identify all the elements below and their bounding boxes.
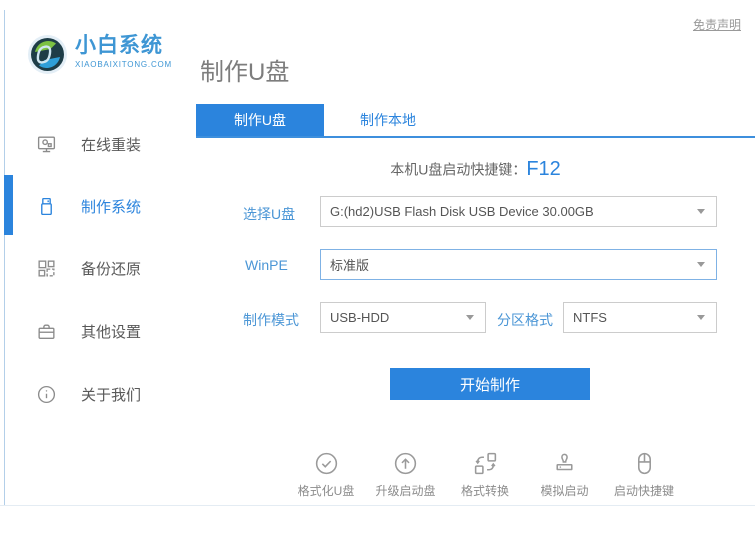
- simulate-boot-icon: [551, 450, 578, 477]
- sidebar-item-backup-restore[interactable]: 备份还原: [36, 257, 141, 279]
- tool-simulate-boot[interactable]: 模拟启动: [526, 450, 604, 499]
- format-usb-icon: [313, 450, 340, 477]
- tab-underline: [196, 136, 755, 138]
- tab-make-local[interactable]: 制作本地: [324, 104, 452, 136]
- tool-format-usb[interactable]: 格式化U盘: [287, 450, 365, 499]
- usb-select[interactable]: G:(hd2)USB Flash Disk USB Device 30.00GB: [320, 196, 717, 227]
- upgrade-boot-icon: [392, 450, 419, 477]
- active-item-indicator: [4, 175, 13, 235]
- chevron-down-icon: [697, 315, 705, 320]
- tool-label: 格式化U盘: [298, 482, 355, 499]
- tool-label: 模拟启动: [540, 482, 588, 499]
- info-icon: [36, 384, 57, 405]
- disclaimer-link[interactable]: 免责声明: [693, 16, 741, 33]
- sidebar-item-label: 其他设置: [81, 321, 141, 342]
- format-convert-icon: [472, 450, 499, 477]
- chevron-down-icon: [697, 262, 705, 267]
- partition-select-label: 分区格式: [497, 310, 553, 330]
- partition-select-value: NTFS: [564, 310, 697, 325]
- winpe-select[interactable]: 标准版: [320, 249, 717, 280]
- bottom-border-line: [0, 505, 755, 506]
- hotkey-line: 本机U盘启动快捷键：F12: [196, 158, 755, 181]
- boot-hotkey-icon: [631, 450, 658, 477]
- tool-format-convert[interactable]: 格式转换: [446, 450, 524, 499]
- chevron-down-icon: [697, 209, 705, 214]
- tool-upgrade-boot-disk[interactable]: 升级启动盘: [367, 450, 445, 499]
- partition-select[interactable]: NTFS: [563, 302, 717, 333]
- start-button[interactable]: 开始制作: [390, 368, 590, 400]
- winpe-select-label: WinPE: [245, 257, 288, 273]
- toolbox-icon: [36, 321, 57, 342]
- page-title: 制作U盘: [200, 52, 289, 87]
- tool-label: 启动快捷键: [614, 482, 674, 499]
- mode-select[interactable]: USB-HDD: [320, 302, 486, 333]
- monitor-icon: [36, 134, 57, 155]
- tools-bar: 格式化U盘 升级启动盘 格式转换: [287, 450, 683, 499]
- logo-title: 小白系统: [75, 34, 172, 58]
- chevron-down-icon: [466, 315, 474, 320]
- winpe-select-value: 标准版: [321, 255, 697, 274]
- mode-select-label: 制作模式: [243, 310, 299, 330]
- hotkey-value: F12: [526, 158, 560, 180]
- tool-boot-hotkey[interactable]: 启动快捷键: [605, 450, 683, 499]
- usb-select-value: G:(hd2)USB Flash Disk USB Device 30.00GB: [321, 204, 697, 219]
- sidebar-item-label: 备份还原: [81, 258, 141, 279]
- sidebar-item-label: 在线重装: [81, 134, 141, 155]
- app-logo: 小白系统 XIAOBAIXITONG.COM: [27, 34, 172, 75]
- usb-select-label: 选择U盘: [243, 204, 295, 224]
- mode-select-value: USB-HDD: [321, 310, 466, 325]
- sidebar-item-make-system[interactable]: 制作系统: [36, 195, 141, 217]
- backup-grid-icon: [36, 258, 57, 279]
- logo-icon: [27, 34, 68, 75]
- sidebar-item-label: 关于我们: [81, 384, 141, 405]
- sidebar-item-other-settings[interactable]: 其他设置: [36, 320, 141, 342]
- app-window: 免责声明 小白系统 XIAOBAIXITONG.COM 制作U盘 在线重装: [0, 0, 755, 546]
- hotkey-label: 本机U盘启动快捷键：: [390, 162, 526, 178]
- usb-icon: [36, 196, 57, 217]
- sidebar-item-label: 制作系统: [81, 196, 141, 217]
- logo-subtitle: XIAOBAIXITONG.COM: [75, 60, 172, 69]
- tab-make-usb[interactable]: 制作U盘: [196, 104, 324, 136]
- sidebar-item-about-us[interactable]: 关于我们: [36, 383, 141, 405]
- tool-label: 升级启动盘: [375, 482, 435, 499]
- tool-label: 格式转换: [461, 482, 509, 499]
- left-border-line: [4, 10, 5, 505]
- sidebar-item-online-reinstall[interactable]: 在线重装: [36, 133, 141, 155]
